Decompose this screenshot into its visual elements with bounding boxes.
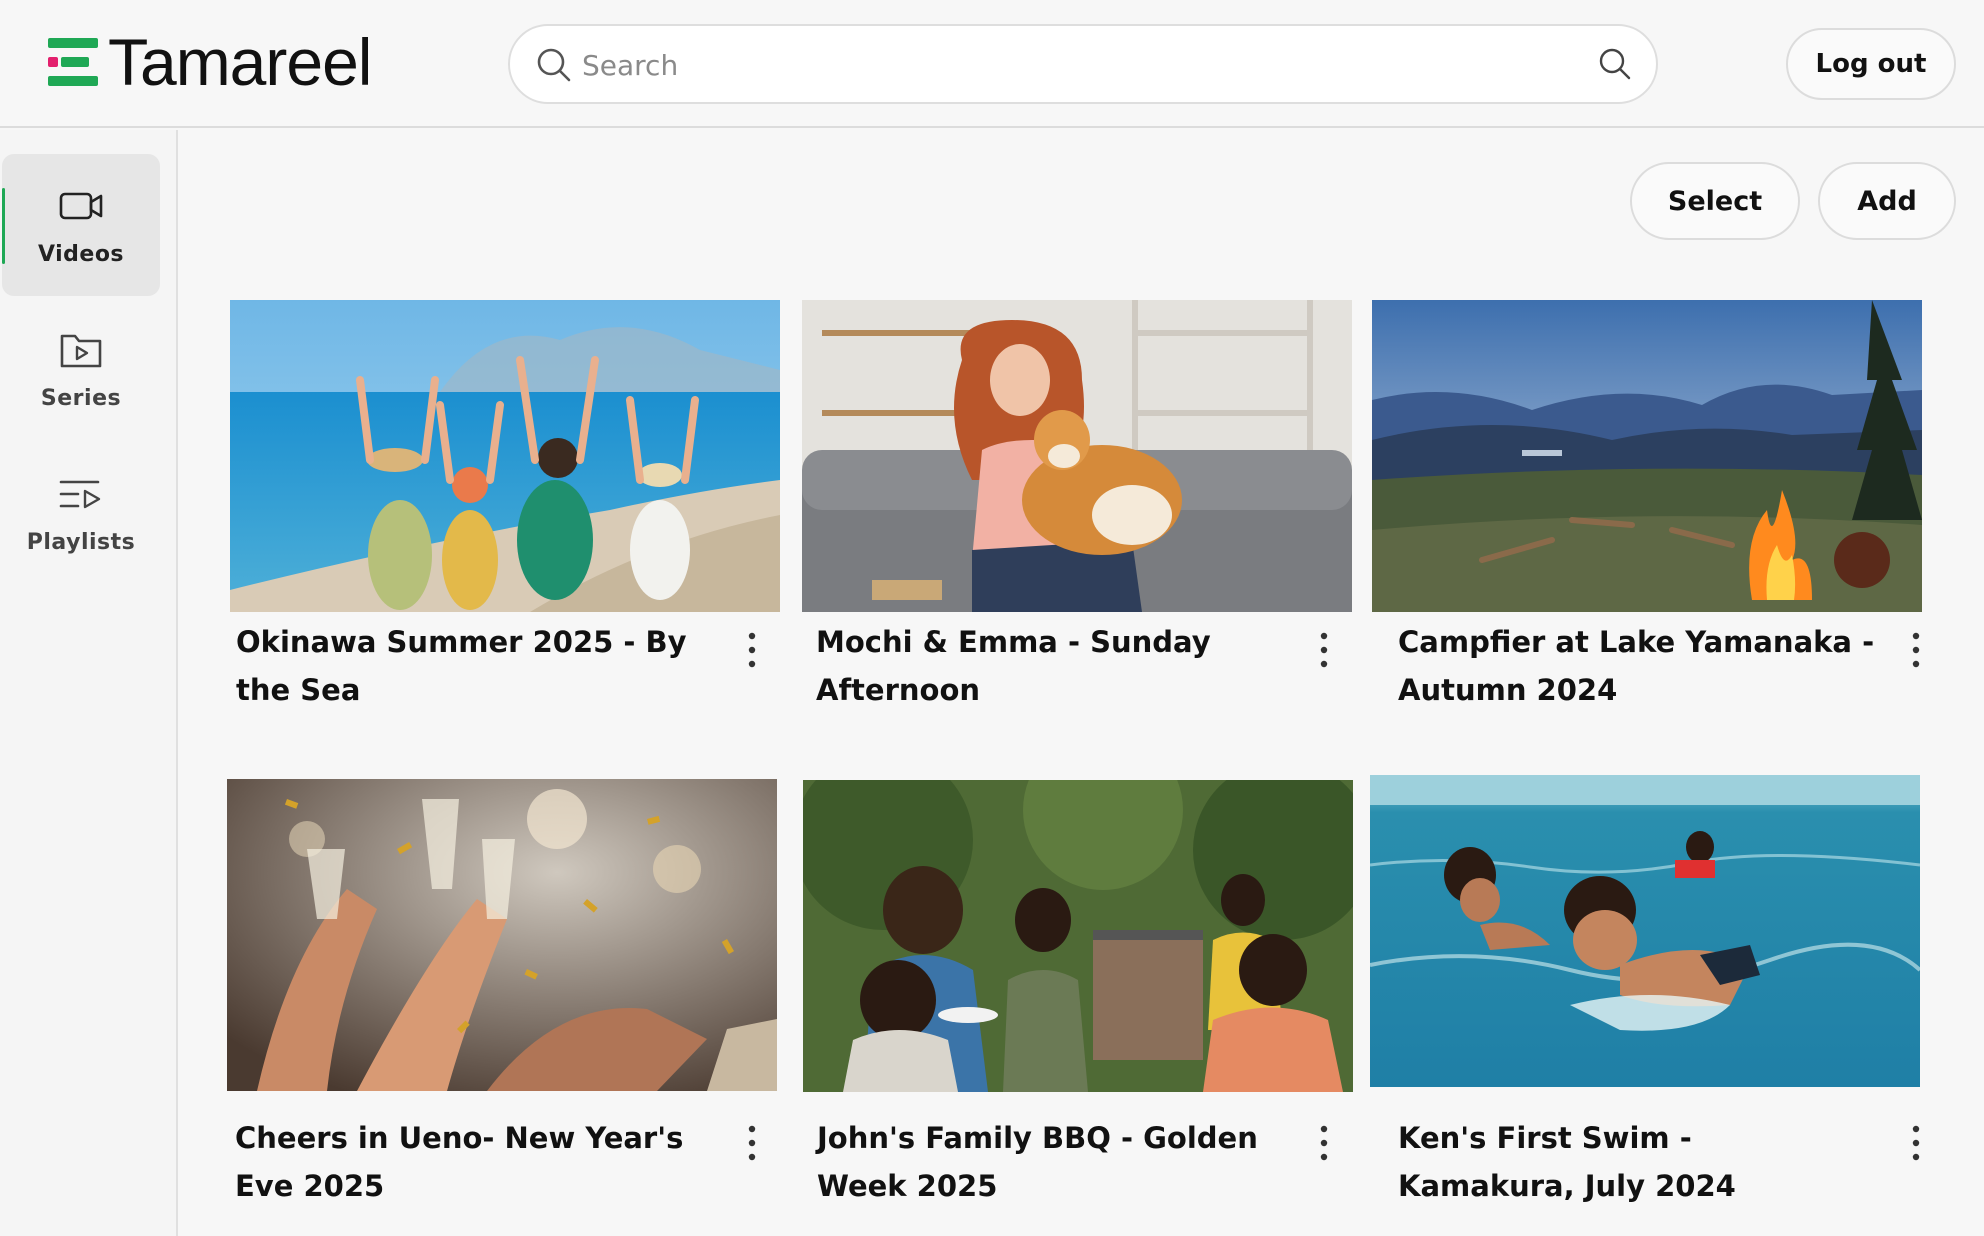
video-card[interactable]: Cheers in Ueno- New Year's Eve 2025 (227, 779, 777, 1203)
sidebar-item-playlists[interactable]: Playlists (2, 442, 160, 584)
party-toast-thumbnail[interactable] (227, 779, 777, 1091)
select-button[interactable]: Select (1630, 162, 1800, 240)
family-bbq-thumbnail[interactable] (803, 780, 1353, 1092)
sidebar-item-label: Playlists (26, 529, 136, 555)
add-button[interactable]: Add (1818, 162, 1956, 240)
search-input[interactable] (582, 42, 1542, 88)
video-title[interactable]: Mochi & Emma - Sunday Afternoon (816, 618, 1296, 714)
kids-swimming-thumbnail[interactable] (1370, 775, 1920, 1087)
search-submit-icon[interactable] (1598, 47, 1632, 81)
video-title[interactable]: Cheers in Ueno- New Year's Eve 2025 (235, 1114, 715, 1210)
app-logo[interactable]: Tamareel (48, 25, 372, 99)
search-bar[interactable] (508, 24, 1658, 104)
more-options-icon[interactable] (1312, 1123, 1336, 1163)
logo-mark-icon (48, 36, 98, 88)
sidebar-item-videos[interactable]: Videos (2, 154, 160, 296)
folder-play-icon (60, 334, 102, 367)
video-card[interactable]: John's Family BBQ - Golden Week 2025 (803, 780, 1353, 1203)
search-icon (537, 48, 571, 82)
video-title[interactable]: Okinawa Summer 2025 - By the Sea (236, 618, 716, 714)
more-options-icon[interactable] (1904, 630, 1928, 670)
app-header: Tamareel Log out (0, 0, 1984, 128)
more-options-icon[interactable] (740, 630, 764, 670)
more-options-icon[interactable] (1312, 630, 1336, 670)
woman-with-dog-thumbnail[interactable] (802, 300, 1352, 612)
more-options-icon[interactable] (1904, 1123, 1928, 1163)
video-card[interactable]: Ken's First Swim - Kamakura, July 2024 (1370, 775, 1920, 1203)
sidebar-item-label: Series (40, 385, 122, 411)
sidebar: Videos Series Playlists (0, 130, 178, 1236)
logout-button[interactable]: Log out (1786, 28, 1956, 100)
video-camera-icon (59, 192, 103, 219)
sidebar-item-series[interactable]: Series (2, 298, 160, 440)
beach-family-thumbnail[interactable] (230, 300, 780, 612)
video-card[interactable]: Campfier at Lake Yamanaka - Autumn 2024 (1372, 300, 1922, 707)
sidebar-item-label: Videos (37, 241, 125, 267)
campfire-mountains-thumbnail[interactable] (1372, 300, 1922, 612)
app-name: Tamareel (108, 25, 372, 99)
video-title[interactable]: Ken's First Swim - Kamakura, July 2024 (1398, 1114, 1878, 1210)
video-title[interactable]: John's Family BBQ - Golden Week 2025 (817, 1114, 1297, 1210)
video-card[interactable]: Okinawa Summer 2025 - By the Sea (230, 300, 780, 707)
video-card[interactable]: Mochi & Emma - Sunday Afternoon (802, 300, 1352, 707)
playlist-icon (59, 480, 101, 508)
video-title[interactable]: Campfier at Lake Yamanaka - Autumn 2024 (1398, 618, 1878, 714)
more-options-icon[interactable] (740, 1123, 764, 1163)
